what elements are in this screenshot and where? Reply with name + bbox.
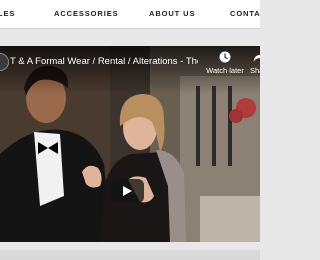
watch-later-label: Watch later: [206, 66, 244, 75]
clock-icon: [219, 51, 231, 63]
nav-item-accessories[interactable]: ACCESSORIES: [54, 9, 119, 18]
watch-later-button[interactable]: Watch later: [204, 51, 246, 81]
thumbnail-flowers-2: [229, 109, 243, 123]
video-title[interactable]: T & A Formal Wear / Rental / Alterations…: [10, 56, 198, 67]
page-bottom-band: [0, 250, 260, 260]
share-label: Share: [250, 66, 260, 75]
video-player[interactable]: T & A Formal Wear / Rental / Alterations…: [0, 46, 260, 242]
thumbnail-steps: [200, 196, 260, 242]
play-button[interactable]: [110, 179, 144, 203]
top-navigation: LES ACCESSORIES ABOUT US CONTACT: [0, 0, 260, 29]
share-button[interactable]: Share: [250, 51, 260, 81]
nav-item-about-us[interactable]: ABOUT US: [149, 9, 195, 18]
share-arrow-icon: [253, 52, 260, 62]
thumbnail-railing-3: [228, 86, 232, 166]
nav-item-contact[interactable]: CONTACT: [230, 9, 260, 18]
nav-item-sales[interactable]: LES: [0, 9, 15, 18]
thumbnail-railing-1: [196, 86, 200, 166]
video-top-overlay: T & A Formal Wear / Rental / Alterations…: [0, 46, 260, 94]
thumbnail-railing-2: [212, 86, 216, 166]
channel-avatar[interactable]: [0, 53, 9, 71]
play-icon: [123, 186, 132, 196]
